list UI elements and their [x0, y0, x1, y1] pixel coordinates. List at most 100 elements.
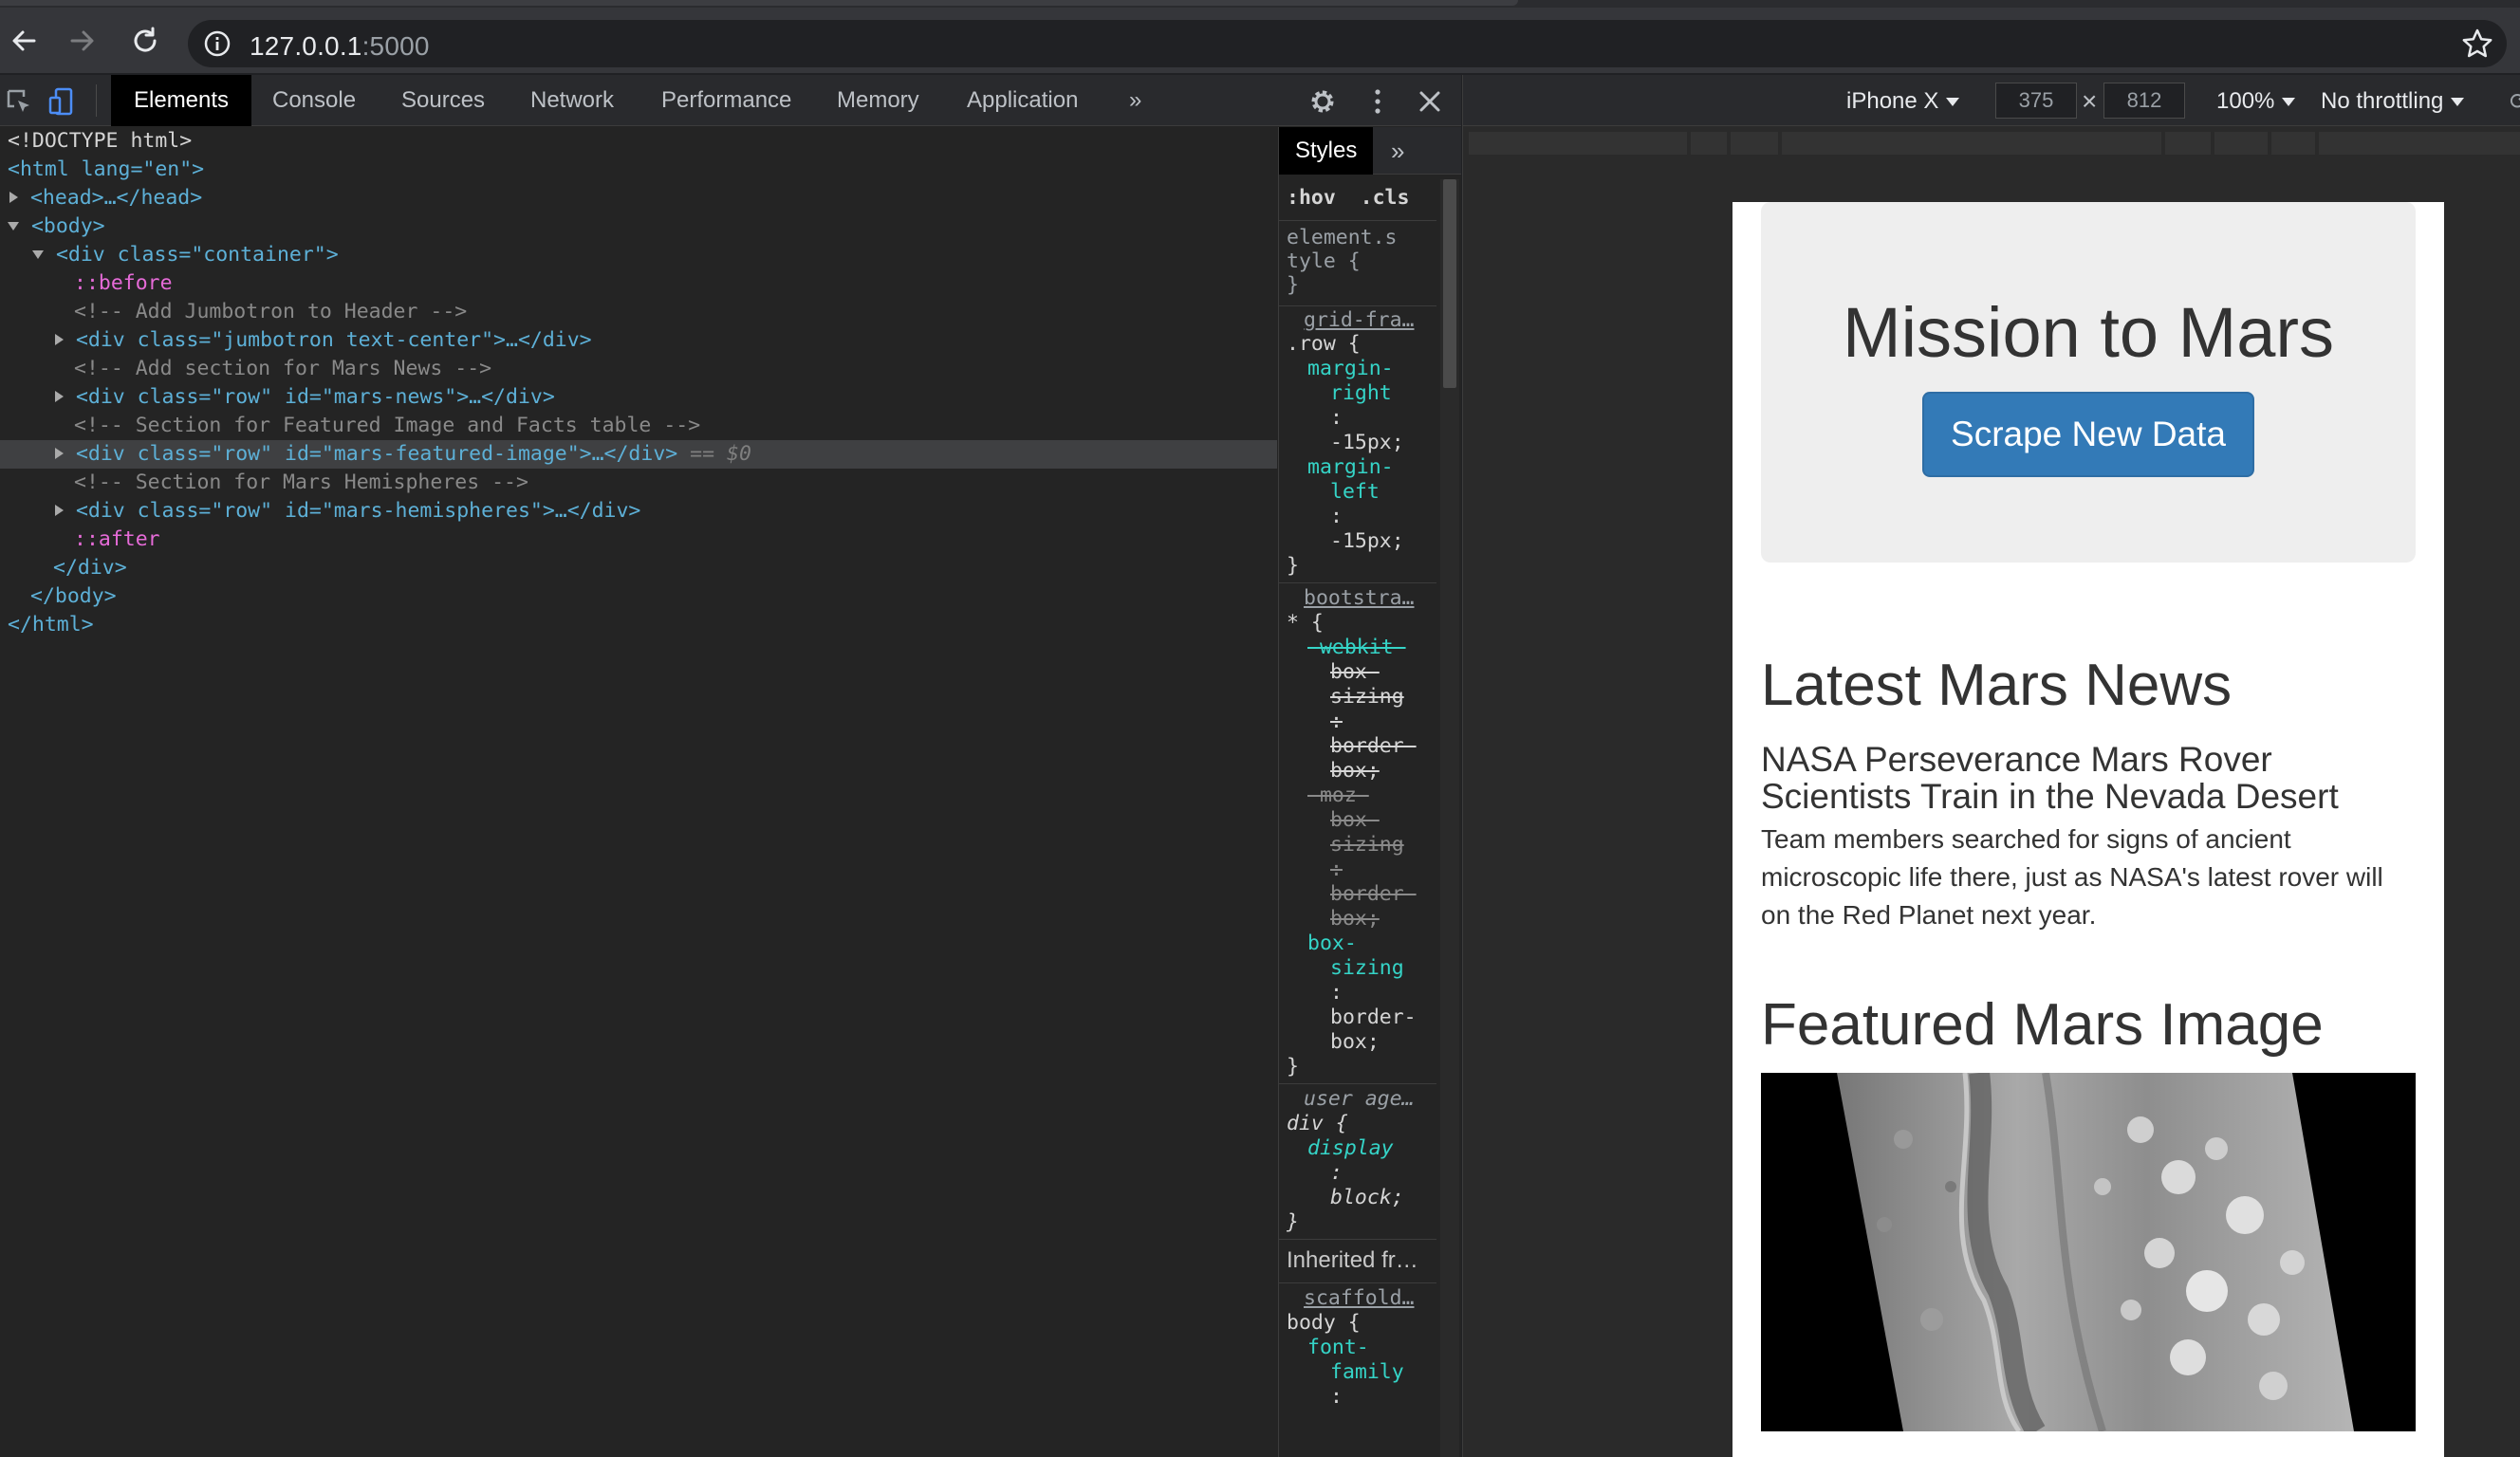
close-devtools-button[interactable]	[1411, 83, 1449, 120]
property-name[interactable]: box-	[1307, 931, 1459, 956]
tab-network[interactable]: Network	[508, 75, 637, 126]
tree-node-after[interactable]: ::after	[0, 526, 1277, 554]
active-tab-edge	[0, 0, 1518, 6]
tree-node-featured-image-selected[interactable]: <div class="row" id="mars-featured-image…	[0, 440, 1277, 469]
height-input[interactable]: 812	[2103, 83, 2185, 119]
inspect-element-button[interactable]	[0, 83, 38, 120]
rotate-icon[interactable]: ⟳	[2510, 88, 2520, 116]
back-button[interactable]	[0, 17, 47, 65]
tree-node-head[interactable]: <head>…</head>	[0, 184, 1277, 212]
tab-sources[interactable]: Sources	[379, 75, 508, 126]
device-mode-icon	[48, 87, 73, 116]
url-text[interactable]: 127.0.0.1:5000	[250, 31, 430, 62]
element-style-selector[interactable]: element.s	[1287, 226, 1438, 250]
expand-arrow-icon[interactable]	[55, 334, 64, 345]
media-query-segment[interactable]	[1469, 132, 1687, 155]
info-icon[interactable]	[203, 29, 232, 58]
tree-node-container[interactable]: <div class="container">	[0, 241, 1277, 269]
tree-node-comment[interactable]: <!-- Section for Featured Image and Fact…	[0, 412, 1277, 440]
tree-node-hemispheres[interactable]: <div class="row" id="mars-hemispheres">……	[0, 497, 1277, 526]
device-select[interactable]: iPhone X	[1846, 88, 1960, 115]
tab-console[interactable]: Console	[250, 75, 379, 126]
rule-close: }	[1287, 554, 1299, 578]
tab-elements[interactable]: Elements	[111, 75, 252, 126]
property-name[interactable]: margin-	[1307, 455, 1459, 480]
media-query-segment[interactable]	[2319, 132, 2520, 155]
tree-node-before[interactable]: ::before	[0, 269, 1277, 298]
inspect-cursor-icon	[7, 89, 29, 112]
node-text: ::before	[74, 271, 173, 295]
overridden-property[interactable]: -webkit-	[1307, 636, 1459, 660]
zoom-select[interactable]: 100%	[2216, 88, 2296, 115]
device-toolbar-toggle[interactable]	[44, 83, 82, 120]
tab-memory[interactable]: Memory	[814, 75, 942, 126]
tree-node-container-close[interactable]: </div>	[0, 554, 1277, 582]
rule-close: }	[1287, 1210, 1299, 1234]
rule-selector[interactable]: * {	[1287, 611, 1438, 636]
stylesheet-link[interactable]: bootstra…	[1304, 586, 1455, 611]
property-name[interactable]: display	[1307, 1136, 1459, 1161]
media-query-segment[interactable]	[2271, 132, 2315, 155]
settings-button[interactable]	[1304, 83, 1342, 120]
rule-selector[interactable]: body {	[1287, 1311, 1438, 1336]
overridden-property[interactable]: -moz-	[1307, 784, 1459, 808]
collapse-arrow-icon[interactable]	[32, 249, 44, 259]
property-name[interactable]: font-	[1307, 1336, 1459, 1360]
forward-button[interactable]	[59, 17, 106, 65]
media-query-segment[interactable]	[1691, 132, 1727, 155]
chevron-down-icon	[2282, 98, 2296, 107]
media-query-bar[interactable]	[1463, 128, 2520, 157]
element-style-selector-cont[interactable]: tyle {	[1287, 249, 1438, 274]
inherited-from-header: Inherited fr…	[1287, 1247, 1418, 1273]
rule-selector[interactable]: div {	[1287, 1112, 1438, 1136]
mars-surface-image	[1837, 1073, 2354, 1431]
tree-node-doctype[interactable]: <!DOCTYPE html>	[0, 127, 1277, 156]
tree-node-mars-news[interactable]: <div class="row" id="mars-news">…</div>	[0, 383, 1277, 412]
media-query-segment[interactable]	[2214, 132, 2268, 155]
styles-more-tabs[interactable]: »	[1391, 135, 1423, 167]
tab-application[interactable]: Application	[944, 75, 1101, 126]
tree-node-comment[interactable]: <!-- Add Jumbotron to Header -->	[0, 298, 1277, 326]
reload-button[interactable]	[121, 17, 169, 65]
address-bar[interactable]: 127.0.0.1:5000	[188, 20, 2507, 67]
tree-node-body-close[interactable]: </body>	[0, 582, 1277, 611]
devtools-menu-button[interactable]	[1359, 83, 1397, 120]
property-name[interactable]: margin-	[1307, 357, 1459, 381]
tree-node-html-close[interactable]: </html>	[0, 611, 1277, 639]
expand-arrow-icon[interactable]	[55, 448, 64, 459]
scrollbar-thumb[interactable]	[1443, 179, 1456, 388]
node-text: <body>	[30, 214, 105, 238]
media-query-segment[interactable]	[1731, 132, 1778, 155]
tree-node-jumbotron[interactable]: <div class="jumbotron text-center">…</di…	[0, 326, 1277, 355]
hover-state-toggle[interactable]: :hov .cls	[1287, 186, 1438, 211]
scrape-new-data-button[interactable]: Scrape New Data	[1922, 392, 2254, 477]
stylesheet-link[interactable]: grid-fra…	[1304, 308, 1455, 333]
tree-node-comment[interactable]: <!-- Add section for Mars News -->	[0, 355, 1277, 383]
tree-node-comment[interactable]: <!-- Section for Mars Hemispheres -->	[0, 469, 1277, 497]
collapse-arrow-icon[interactable]	[8, 221, 19, 231]
media-query-segment[interactable]	[2165, 132, 2211, 155]
throttling-select[interactable]: No throttling	[2321, 88, 2465, 115]
more-tabs-button[interactable]: »	[1106, 75, 1164, 126]
expand-arrow-icon[interactable]	[55, 505, 64, 516]
rule-divider	[1279, 1282, 1436, 1283]
news-headline: NASA Perseverance Mars Rover Scientists …	[1761, 740, 2339, 816]
dimension-separator: ×	[2082, 86, 2098, 116]
zoom-value: 100%	[2216, 88, 2275, 114]
throttling-value: No throttling	[2321, 88, 2444, 114]
width-input[interactable]: 375	[1995, 83, 2077, 119]
styles-scrollbar[interactable]	[1440, 179, 1459, 1457]
featured-mars-image[interactable]	[1761, 1073, 2416, 1431]
media-query-segment[interactable]	[1782, 132, 2161, 155]
tab-styles[interactable]: Styles	[1279, 127, 1374, 175]
tree-node-html[interactable]: <html lang="en">	[0, 156, 1277, 184]
elements-tree[interactable]: <!DOCTYPE html> <html lang="en"> <head>……	[0, 127, 1277, 1457]
expand-arrow-icon[interactable]	[9, 192, 18, 203]
tree-node-body[interactable]: <body>	[0, 212, 1277, 241]
stylesheet-link[interactable]: scaffold…	[1304, 1286, 1455, 1311]
rule-selector[interactable]: .row {	[1287, 332, 1438, 357]
tab-performance[interactable]: Performance	[639, 75, 814, 126]
node-text: <!DOCTYPE html>	[8, 129, 193, 153]
expand-arrow-icon[interactable]	[55, 391, 64, 402]
bookmark-star-icon[interactable]	[2461, 28, 2493, 60]
